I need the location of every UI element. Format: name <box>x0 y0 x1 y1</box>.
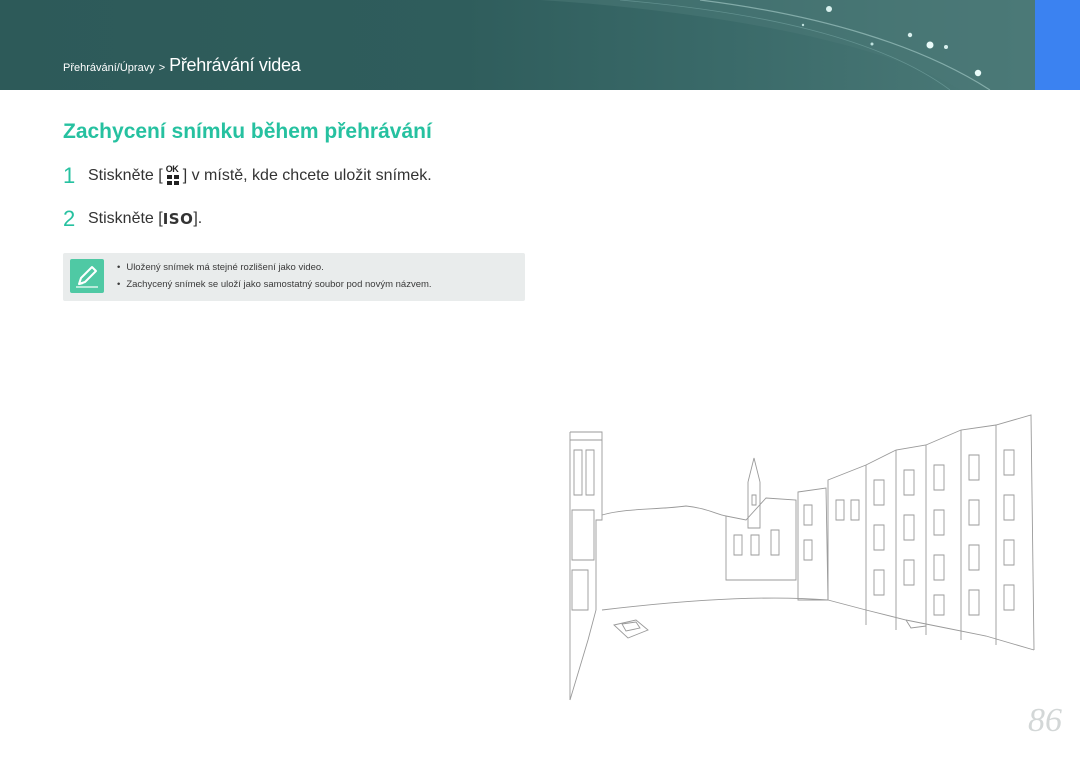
step-2: 2 Stiskněte [ ISO ]. <box>63 206 202 232</box>
note-box: Uložený snímek má stejné rozlišení jako … <box>63 253 525 301</box>
step-text-after: ] v místě, kde chcete uložit snímek. <box>182 167 432 184</box>
page-number: 86 <box>1028 702 1062 739</box>
header-decoration <box>540 0 1035 90</box>
note-item: Zachycený snímek se uloží jako samostatn… <box>117 279 431 290</box>
section-title: Zachycení snímku během přehrávání <box>63 120 432 143</box>
step-1: 1 Stiskněte [ OK ] v místě, kde chcete u… <box>63 163 432 189</box>
breadcrumb: Přehrávání/Úpravy > Přehrávání videa <box>63 55 301 76</box>
side-tab[interactable] <box>1035 0 1080 90</box>
breadcrumb-current: Přehrávání videa <box>169 55 301 75</box>
city-canal-illustration <box>569 414 1035 701</box>
page-header: Přehrávání/Úpravy > Přehrávání videa <box>0 0 1035 90</box>
step-number: 1 <box>63 163 76 188</box>
step-text-before: Stiskněte [ <box>88 167 163 184</box>
step-number: 2 <box>63 206 76 231</box>
breadcrumb-parent[interactable]: Přehrávání/Úpravy <box>63 62 155 74</box>
note-list: Uložený snímek má stejné rozlišení jako … <box>117 262 432 296</box>
iso-key-icon: ISO <box>162 210 194 228</box>
ok-grid-icon: OK <box>164 164 182 186</box>
note-item: Uložený snímek má stejné rozlišení jako … <box>117 262 432 273</box>
ok-icon-label: OK <box>165 164 179 174</box>
step-text-after: ]. <box>193 210 203 227</box>
pencil-note-icon <box>70 259 104 293</box>
breadcrumb-separator: > <box>158 62 166 74</box>
step-text-before: Stiskněte [ <box>88 210 163 227</box>
